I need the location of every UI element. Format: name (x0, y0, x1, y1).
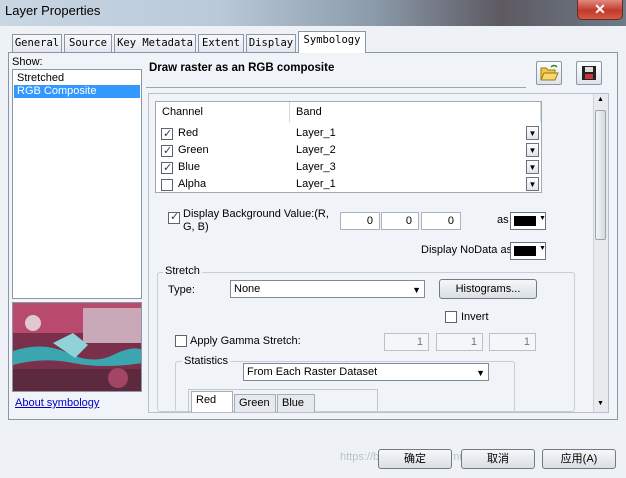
window-title: Layer Properties (5, 3, 101, 18)
invert-label: Invert (461, 311, 489, 323)
histograms-button[interactable]: Histograms... (439, 279, 537, 299)
renderer-title: Draw raster as an RGB composite (149, 62, 335, 74)
stretch-type-select[interactable]: None ▼ (230, 280, 425, 298)
gamma-stretch-checkbox[interactable] (175, 335, 187, 347)
background-b-input[interactable]: 0 (421, 212, 461, 230)
stretch-type-label: Type: (168, 284, 195, 296)
stretch-type-value: None (234, 283, 261, 295)
table-row: Blue Layer_3 ▼ (156, 159, 541, 177)
tab-general[interactable]: General (12, 34, 62, 52)
chevron-down-icon: ▼ (539, 215, 546, 222)
column-header-band[interactable]: Band (290, 102, 541, 122)
ok-button[interactable]: 确定 (378, 449, 452, 469)
channel-label: Blue (178, 161, 201, 173)
background-color-swatch (514, 216, 536, 226)
chevron-down-icon[interactable]: ▼ (526, 160, 539, 174)
nodata-color-swatch (514, 246, 536, 256)
gamma-green-input[interactable]: 1 (436, 333, 483, 351)
band-value[interactable]: Layer_1 (296, 176, 336, 193)
chevron-down-icon[interactable]: ▼ (526, 177, 539, 191)
channel-label: Green (178, 144, 209, 156)
band-value[interactable]: Layer_1 (296, 125, 336, 142)
column-header-channel[interactable]: Channel (156, 102, 290, 122)
table-row: Green Layer_2 ▼ (156, 142, 541, 160)
gamma-stretch-label: Apply Gamma Stretch: (190, 335, 301, 347)
channel-label: Alpha (178, 178, 207, 190)
chevron-down-icon: ▼ (412, 285, 421, 295)
nodata-label: Display NoData as (421, 244, 513, 256)
save-disk-icon (582, 66, 596, 80)
background-value-label: Display Background Value:(R, G, B) (183, 208, 329, 233)
chevron-down-icon[interactable]: ▼ (526, 143, 539, 157)
about-symbology-link[interactable]: About symbology (15, 397, 99, 409)
chevron-down-icon: ▼ (539, 245, 546, 252)
channel-checkbox-alpha[interactable] (161, 179, 173, 191)
tab-symbology[interactable]: Symbology (298, 31, 366, 53)
tab-source[interactable]: Source (64, 34, 112, 52)
statistics-source-value: From Each Raster Dataset (247, 366, 378, 378)
band-value[interactable]: Layer_3 (296, 159, 336, 176)
tab-extent[interactable]: Extent (198, 34, 244, 52)
chevron-down-icon[interactable]: ▼ (526, 126, 539, 140)
table-row: Alpha Layer_1 ▼ (156, 176, 541, 193)
open-button[interactable] (536, 61, 562, 85)
stats-tab-red[interactable]: Red (191, 391, 233, 412)
stretch-group-label: Stretch (163, 265, 202, 277)
statistics-group-label: Statistics (182, 355, 231, 367)
folder-open-icon (540, 64, 559, 81)
background-r-input[interactable]: 0 (340, 212, 380, 230)
tab-display[interactable]: Display (246, 34, 296, 52)
show-item-stretched[interactable]: Stretched (14, 72, 140, 85)
chevron-down-icon: ▼ (476, 368, 485, 378)
nodata-color-picker[interactable]: ▼ (510, 242, 546, 260)
background-as-label: as (497, 214, 509, 226)
show-list: Stretched RGB Composite (12, 69, 142, 299)
background-g-input[interactable]: 0 (381, 212, 419, 230)
channel-checkbox-green[interactable] (161, 143, 173, 160)
show-label: Show: (12, 56, 43, 68)
band-rows: Red Layer_1 ▼ Green Layer_2 ▼ Blue Layer… (156, 124, 541, 192)
gamma-red-input[interactable]: 1 (384, 333, 429, 351)
show-item-rgb-composite[interactable]: RGB Composite (14, 85, 140, 98)
band-value[interactable]: Layer_2 (296, 142, 336, 159)
cancel-button[interactable]: 取消 (461, 449, 535, 469)
scroll-down-icon[interactable]: ▼ (597, 400, 604, 407)
background-color-picker[interactable]: ▼ (510, 212, 546, 230)
background-value-checkbox[interactable] (168, 210, 180, 224)
apply-button[interactable]: 应用(A) (542, 449, 616, 469)
scrollbar-thumb[interactable] (595, 110, 606, 240)
stats-tab-blue[interactable]: Blue (277, 394, 315, 412)
gamma-blue-input[interactable]: 1 (489, 333, 536, 351)
tab-key-metadata[interactable]: Key Metadata (114, 34, 196, 52)
statistics-source-select[interactable]: From Each Raster Dataset ▼ (243, 363, 489, 381)
close-button[interactable]: ✕ (577, 0, 623, 20)
channel-checkbox-blue[interactable] (161, 160, 173, 177)
channel-label: Red (178, 127, 199, 139)
invert-checkbox[interactable] (445, 311, 457, 323)
channel-checkbox-red[interactable] (161, 126, 173, 143)
scroll-up-icon[interactable]: ▲ (597, 96, 604, 103)
stats-tab-green[interactable]: Green (234, 394, 276, 412)
table-row: Red Layer_1 ▼ (156, 125, 541, 143)
save-button[interactable] (576, 61, 602, 85)
symbology-preview-image (12, 302, 142, 392)
